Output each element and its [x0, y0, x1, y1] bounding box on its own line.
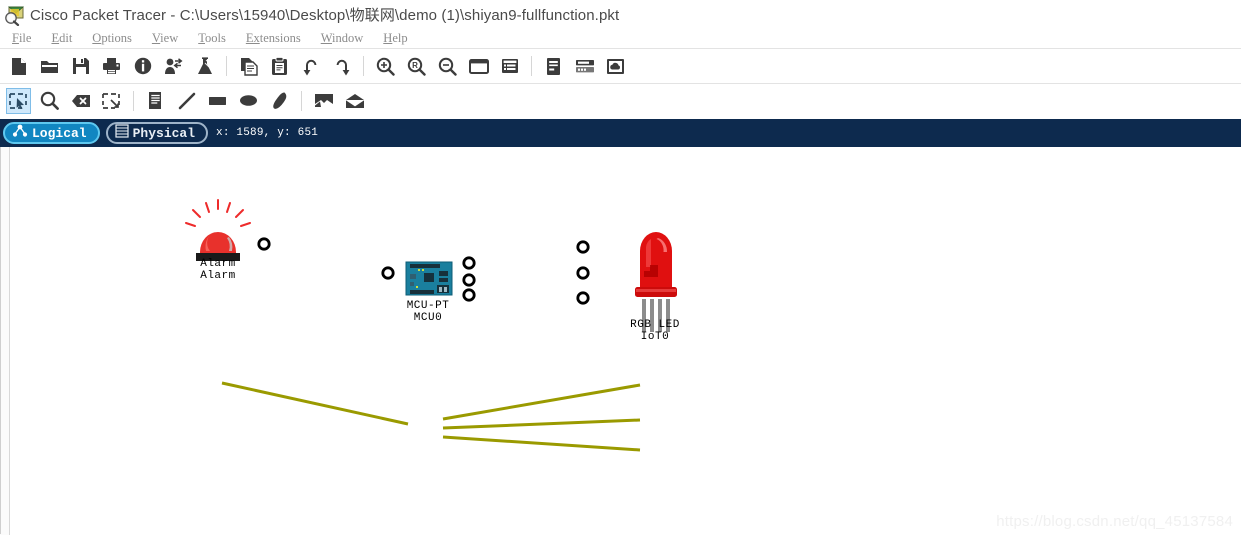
menu-extensions[interactable]: Extensions [239, 31, 308, 46]
toolbar-separator-2 [363, 56, 364, 76]
main-toolbar[interactable]: R [0, 49, 1241, 84]
network-rack-icon[interactable] [572, 53, 597, 79]
menu-help[interactable]: Help [376, 31, 414, 46]
open-file-icon[interactable] [37, 53, 62, 79]
add-simple-pdu-icon[interactable] [311, 88, 336, 114]
mode-bar: Logical Physical x: 1589, y: 651 [0, 119, 1241, 147]
packet-tracer-window: Cisco Packet Tracer - C:\Users\15940\Des… [0, 0, 1241, 535]
tools-toolbar[interactable] [0, 84, 1241, 117]
new-file-icon[interactable] [6, 53, 31, 79]
add-complex-pdu-icon[interactable] [342, 88, 367, 114]
network-info-icon[interactable] [130, 53, 155, 79]
link-mcu-led-3 [442, 435, 641, 452]
device-list-icon[interactable] [497, 53, 522, 79]
draw-line-icon[interactable] [174, 88, 199, 114]
menu-tools[interactable]: Tools [191, 31, 233, 46]
menu-window[interactable]: Window [314, 31, 371, 46]
device-label-alarm-model: Alarm [200, 258, 236, 270]
draw-ellipse-icon[interactable] [236, 88, 261, 114]
print-icon[interactable] [99, 53, 124, 79]
packet-tracer-logo-icon [3, 4, 25, 26]
menu-bar[interactable]: File Edit Options View Tools Extensions … [0, 29, 1241, 49]
palette-window-icon[interactable] [466, 53, 491, 79]
device-label-rgbled-name: IoT0 [640, 331, 670, 343]
custom-devices-icon[interactable] [541, 53, 566, 79]
device-label-mcu-name: MCU0 [413, 312, 443, 324]
device-label-alarm-name: Alarm [200, 270, 236, 282]
zoom-out-icon[interactable] [435, 53, 460, 79]
physical-rack-icon [115, 124, 129, 142]
select-tool-icon[interactable] [6, 87, 31, 114]
zoom-in-icon[interactable] [373, 53, 398, 79]
link-alarm-mcu [221, 381, 409, 426]
device-rgbled-icon [635, 232, 677, 332]
svg-text:R: R [412, 61, 418, 70]
menu-edit[interactable]: Edit [44, 31, 79, 46]
links-layer [221, 381, 641, 452]
zoom-reset-icon[interactable]: R [404, 53, 429, 79]
copy-icon[interactable] [236, 53, 261, 79]
paste-icon[interactable] [267, 53, 292, 79]
blog-watermark: https://blog.csdn.net/qq_45137584 [996, 513, 1233, 530]
tools-separator-2 [301, 90, 302, 111]
cloud-image-icon[interactable] [603, 53, 628, 79]
window-title: Cisco Packet Tracer - C:\Users\15940\Des… [30, 7, 620, 24]
title-bar: Cisco Packet Tracer - C:\Users\15940\Des… [0, 0, 1241, 30]
toolbar-separator-1 [226, 56, 227, 76]
device-alarm-icon [185, 199, 251, 261]
device-label-mcu-model: MCU-PT [406, 300, 450, 312]
canvas-left-gutter [0, 147, 10, 535]
tools-separator-1 [133, 90, 134, 111]
resize-shape-icon[interactable] [99, 88, 124, 114]
draw-freeform-icon[interactable] [267, 88, 292, 114]
link-mcu-led-2 [442, 418, 641, 430]
place-note-icon[interactable] [143, 88, 168, 114]
logical-topology-icon [12, 124, 28, 142]
draw-rectangle-icon[interactable] [205, 88, 230, 114]
inspect-tool-icon[interactable] [37, 88, 62, 114]
menu-view[interactable]: View [145, 31, 185, 46]
tab-physical[interactable]: Physical [105, 122, 209, 144]
activity-wizard-icon[interactable] [161, 53, 186, 79]
device-label-alarm: Alarm Alarm [188, 258, 248, 282]
chemistry-flask-icon[interactable] [192, 53, 217, 79]
save-file-icon[interactable] [68, 53, 93, 79]
undo-icon[interactable] [298, 53, 323, 79]
logical-topology-canvas[interactable]: Alarm Alarm MCU-PT MCU0 RGB LED IoT0 htt… [10, 147, 1241, 535]
device-label-mcu: MCU-PT MCU0 [398, 300, 458, 324]
device-label-rgbled: RGB LED IoT0 [616, 319, 694, 343]
tab-logical-label: Logical [32, 125, 87, 141]
tab-logical[interactable]: Logical [3, 122, 100, 144]
device-label-rgbled-model: RGB LED [630, 319, 680, 331]
tab-physical-label: Physical [132, 125, 196, 141]
cursor-coordinates: x: 1589, y: 651 [216, 127, 319, 139]
redo-icon[interactable] [329, 53, 354, 79]
workspace[interactable]: Alarm Alarm MCU-PT MCU0 RGB LED IoT0 htt… [0, 147, 1241, 535]
link-mcu-led-1 [442, 383, 641, 421]
menu-options[interactable]: Options [85, 31, 139, 46]
toolbar-separator-3 [531, 56, 532, 76]
menu-file[interactable]: File [5, 31, 38, 46]
device-mcu-icon [405, 261, 453, 296]
delete-tool-icon[interactable] [68, 88, 93, 114]
